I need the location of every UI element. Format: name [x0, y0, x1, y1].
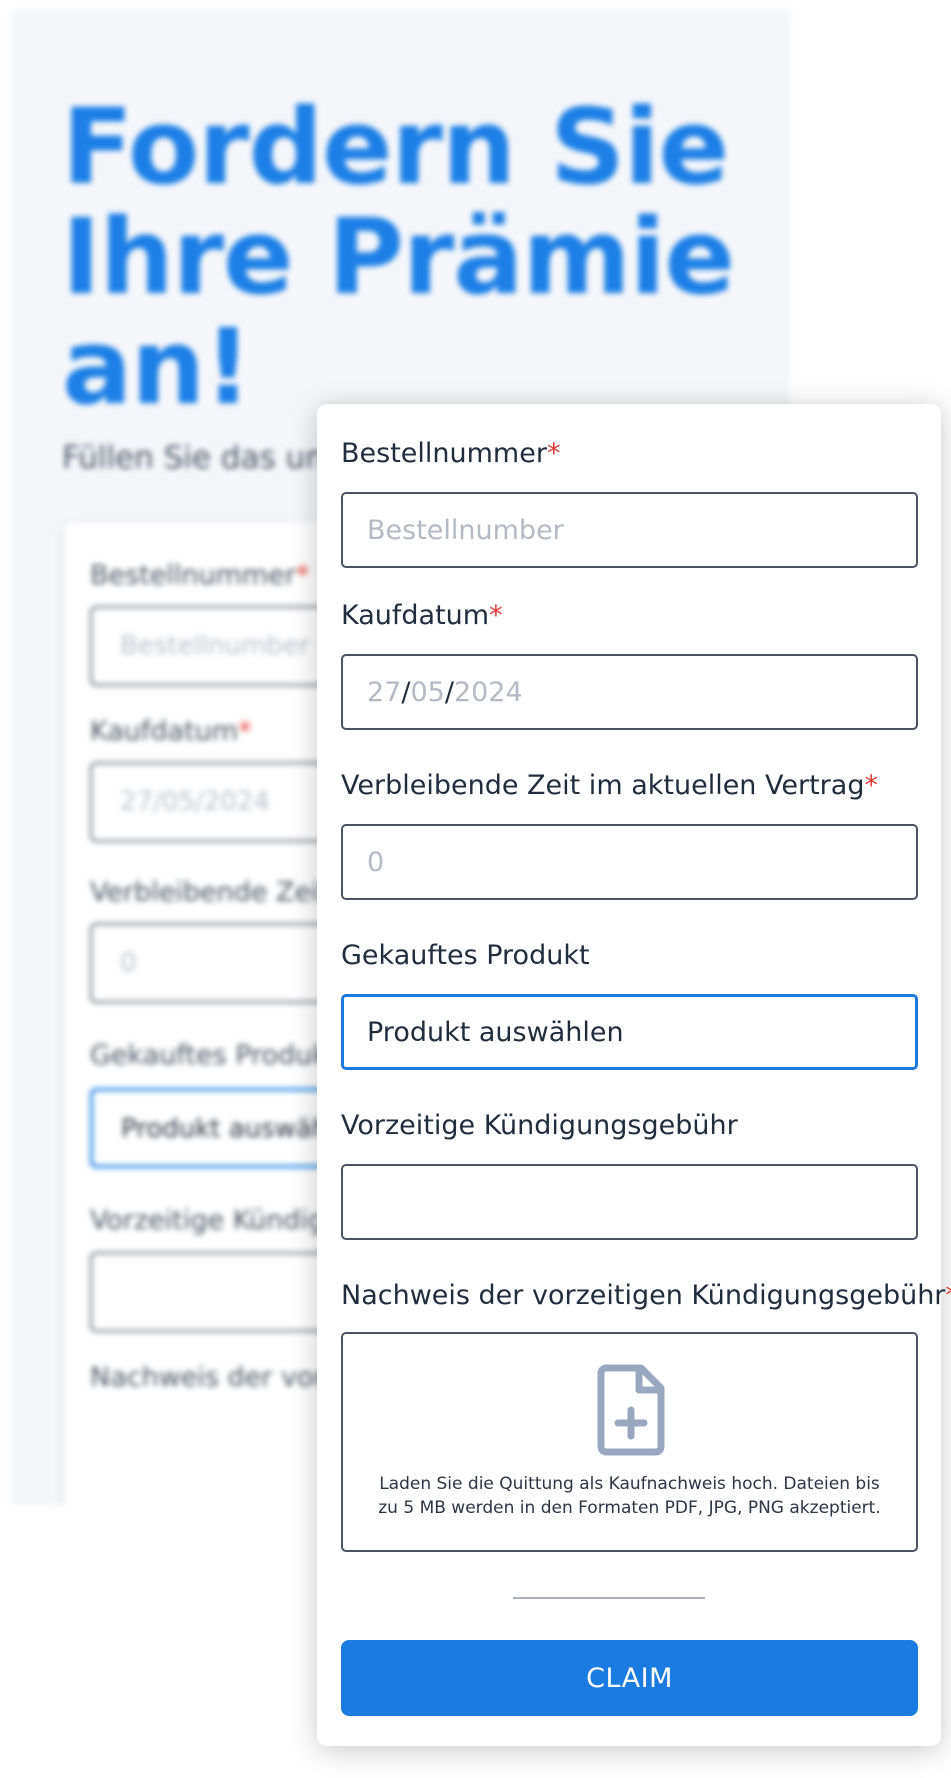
proof-upload-dropzone[interactable]: Laden Sie die Quittung als Kaufnachweis …	[341, 1332, 918, 1552]
date-month: 05	[410, 676, 445, 708]
order-number-label: Bestellnummer*	[341, 438, 561, 469]
product-label: Gekauftes Produkt	[341, 940, 590, 971]
date-day: 27	[367, 676, 402, 708]
product-select-value: Produkt auswählen	[367, 1016, 624, 1048]
background-label: Verbleibende Zeit i	[90, 877, 346, 908]
remaining-time-input[interactable]	[341, 824, 918, 900]
order-number-input[interactable]	[341, 492, 918, 568]
required-marker: *	[945, 1280, 951, 1311]
claim-form-card: Bestellnummer* Kaufdatum* 27 / 05 / 2024…	[317, 404, 951, 1746]
claim-button[interactable]: CLAIM	[341, 1640, 918, 1716]
required-marker: *	[864, 770, 878, 801]
background-label: Kaufdatum*	[90, 716, 252, 747]
early-fee-input[interactable]	[341, 1164, 918, 1240]
upload-help-text: Laden Sie die Quittung als Kaufnachweis …	[378, 1474, 881, 1518]
early-fee-label: Vorzeitige Kündigungsgebühr	[341, 1110, 738, 1141]
required-marker: *	[546, 438, 561, 469]
background-subtitle: Füllen Sie das unt	[62, 440, 337, 476]
product-select[interactable]: Produkt auswählen	[341, 994, 918, 1070]
required-marker: *	[489, 600, 503, 631]
background-label: Bestellnummer*	[90, 560, 310, 591]
purchase-date-input[interactable]: 27 / 05 / 2024	[341, 654, 918, 730]
background-label: Gekauftes Produkt	[90, 1040, 339, 1071]
background-title: Fordern Sie Ihre Prämie an!	[62, 86, 735, 428]
background-label: Nachweis der vorz	[90, 1362, 339, 1393]
proof-label: Nachweis der vorzeitigen Kündigungsgebüh…	[341, 1280, 951, 1311]
date-separator: /	[444, 676, 454, 708]
file-plus-icon	[597, 1364, 665, 1456]
date-year: 2024	[453, 676, 523, 708]
divider	[513, 1597, 705, 1599]
background-label: Vorzeitige Kündigu	[90, 1205, 343, 1236]
purchase-date-label: Kaufdatum*	[341, 600, 503, 631]
date-separator: /	[401, 676, 411, 708]
remaining-time-label: Verbleibende Zeit im aktuellen Vertrag*	[341, 770, 878, 801]
